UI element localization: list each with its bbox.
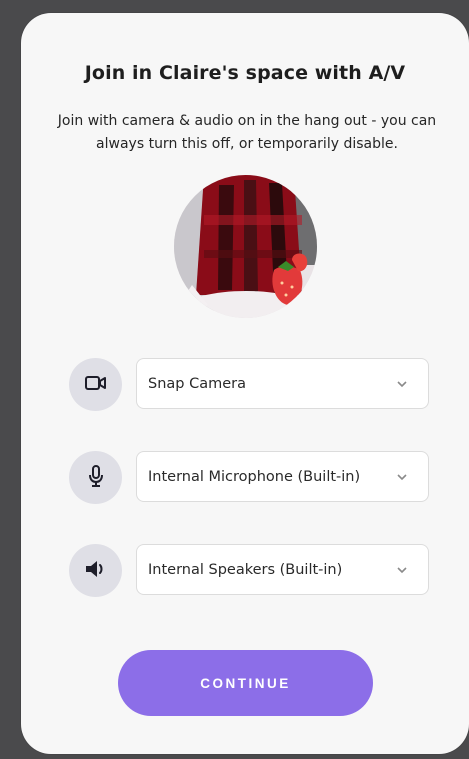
microphone-icon bbox=[88, 464, 104, 491]
chevron-down-icon bbox=[396, 564, 408, 576]
camera-select-value: Snap Camera bbox=[148, 375, 246, 392]
video-camera-icon bbox=[84, 375, 107, 395]
chevron-down-icon bbox=[396, 378, 408, 390]
dialog-subtitle: Join with camera & audio on in the hang … bbox=[57, 113, 437, 152]
speaker-icon-button bbox=[69, 544, 122, 597]
speakers-select-value: Internal Speakers (Built-in) bbox=[148, 561, 343, 578]
speakers-select[interactable]: Internal Speakers (Built-in) bbox=[136, 544, 429, 595]
camera-select[interactable]: Snap Camera bbox=[136, 358, 429, 409]
speaker-icon bbox=[84, 559, 108, 583]
microphone-select[interactable]: Internal Microphone (Built-in) bbox=[136, 451, 429, 502]
chevron-down-icon bbox=[396, 471, 408, 483]
join-av-dialog: Join in Claire's space with A/V Join wit… bbox=[21, 13, 469, 754]
microphone-select-value: Internal Microphone (Built-in) bbox=[148, 468, 361, 485]
microphone-icon-button bbox=[69, 451, 122, 504]
dialog-title: Join in Claire's space with A/V bbox=[84, 62, 406, 84]
camera-preview bbox=[174, 175, 317, 318]
continue-button[interactable]: CONTINUE bbox=[118, 650, 373, 716]
camera-icon-button bbox=[69, 358, 122, 411]
